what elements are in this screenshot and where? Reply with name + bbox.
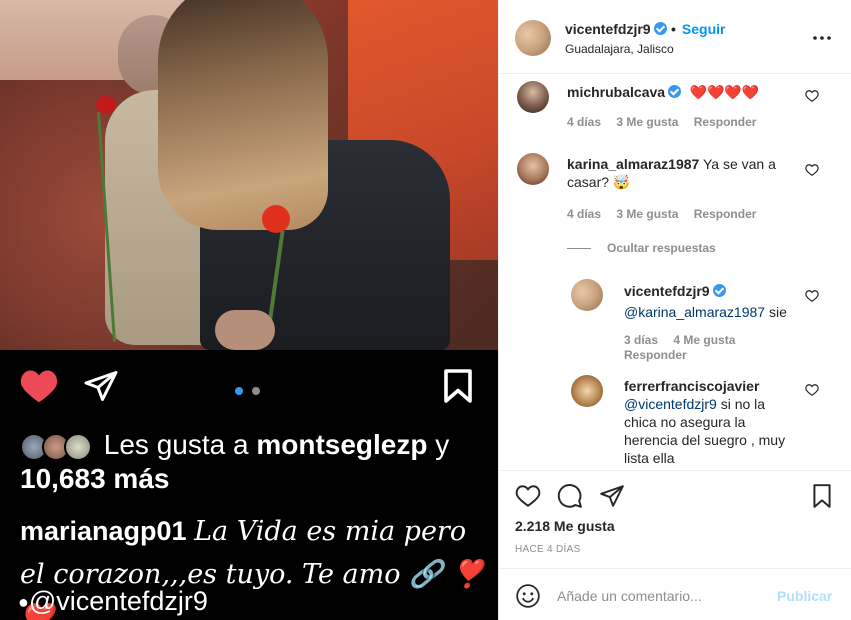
reply-body: vicentefdzjr9 @karina_almaraz1987 sie xyxy=(624,283,799,321)
author-username-text: vicentefdzjr9 xyxy=(565,21,651,37)
heart-outline-icon[interactable] xyxy=(515,483,541,509)
post-header: vicentefdzjr9 • Seguir Guadalajara, Jalis… xyxy=(499,0,851,74)
follow-button[interactable]: • Seguir xyxy=(671,21,725,37)
post-timestamp[interactable]: HACE 4 DÍAS xyxy=(515,544,581,555)
liker-avatars xyxy=(20,432,92,461)
reply-time[interactable]: 3 días xyxy=(624,333,658,347)
post-location[interactable]: Guadalajara, Jalisco xyxy=(565,42,674,56)
reply-button[interactable]: Responder xyxy=(624,348,687,362)
reply-text: sie xyxy=(768,304,787,320)
reply-item: vicentefdzjr9 @karina_almaraz1987 sie 3 … xyxy=(499,275,851,365)
reply-likes[interactable]: 4 Me gusta xyxy=(673,333,735,347)
comment-text: ❤️❤️❤️❤️ xyxy=(689,84,760,100)
avatar[interactable] xyxy=(571,279,603,311)
comment-item: karina_almaraz1987 Ya se van a casar? 🤯 … xyxy=(499,149,851,229)
reply-mention[interactable]: @karina_almaraz1987 xyxy=(624,304,765,320)
caption-username[interactable]: marianagp01 xyxy=(20,516,187,546)
user-icon: ● xyxy=(18,592,29,612)
avatar xyxy=(64,432,92,461)
story-likes-line: Les gusta a montseglezp y 10,683 más xyxy=(20,428,490,496)
comment-time[interactable]: 4 días xyxy=(567,115,601,129)
likes-user-link[interactable]: montseglezp xyxy=(256,429,427,460)
publish-button[interactable]: Publicar xyxy=(777,588,832,604)
reply-body: ferrerfranciscojavier @vicentefdzjr9 si … xyxy=(624,377,799,467)
story-actions-bar xyxy=(0,362,498,412)
photo-woman-hair xyxy=(158,0,328,230)
emoji-icon[interactable] xyxy=(515,583,541,609)
carousel-indicator xyxy=(235,382,265,400)
heart-outline-icon[interactable] xyxy=(805,163,819,177)
comments-panel: vicentefdzjr9 • Seguir Guadalajara, Jalis… xyxy=(498,0,851,620)
author-avatar[interactable] xyxy=(515,20,551,56)
likes-others[interactable]: 10,683 más xyxy=(20,463,169,494)
reply-meta: 3 días 4 Me gusta Responder xyxy=(624,333,764,363)
post-media[interactable]: Les gusta a montseglezp y 10,683 más mar… xyxy=(0,0,498,620)
carousel-dot-active xyxy=(235,387,243,395)
reply-username[interactable]: ferrerfranciscojavier xyxy=(624,378,759,394)
comments-list[interactable]: michrubalcava ❤️❤️❤️❤️ 4 días 3 Me gusta… xyxy=(499,75,851,470)
verified-badge-icon xyxy=(712,284,726,297)
author-username[interactable]: vicentefdzjr9 xyxy=(565,21,667,37)
photo-hands xyxy=(215,310,275,350)
bookmark-icon[interactable] xyxy=(442,368,474,404)
reply-button[interactable]: Responder xyxy=(694,207,757,221)
comment-body: michrubalcava ❤️❤️❤️❤️ xyxy=(567,83,797,102)
heart-outline-icon[interactable] xyxy=(805,383,819,397)
more-options-icon[interactable] xyxy=(813,36,831,40)
avatar[interactable] xyxy=(571,375,603,407)
photo-rose xyxy=(96,96,116,114)
comment-username[interactable]: michrubalcava xyxy=(567,84,665,100)
bookmark-icon[interactable] xyxy=(809,483,835,509)
likes-count[interactable]: 2.218 Me gusta xyxy=(515,518,615,534)
separator-dot: • xyxy=(671,21,676,37)
reply-text-line: @karina_almaraz1987 sie xyxy=(624,303,799,321)
heart-outline-icon[interactable] xyxy=(805,289,819,303)
likes-prefix: Les gusta a xyxy=(103,429,249,460)
add-comment-bar: Publicar xyxy=(499,568,851,620)
verified-badge-icon xyxy=(668,85,682,98)
post-photo[interactable] xyxy=(0,0,498,350)
reply-mention[interactable]: @vicentefdzjr9 xyxy=(624,396,717,412)
comment-body: karina_almaraz1987 Ya se van a casar? 🤯 xyxy=(567,155,782,191)
comment-time[interactable]: 4 días xyxy=(567,207,601,221)
avatar[interactable] xyxy=(517,81,549,113)
instagram-post-window: Les gusta a montseglezp y 10,683 más mar… xyxy=(0,0,851,620)
hide-replies-button[interactable]: Ocultar respuestas xyxy=(567,241,716,255)
comment-likes[interactable]: 3 Me gusta xyxy=(616,207,678,221)
follow-label: Seguir xyxy=(681,21,726,37)
heart-outline-icon[interactable] xyxy=(805,89,819,103)
comment-icon[interactable] xyxy=(557,483,583,509)
comment-item: michrubalcava ❤️❤️❤️❤️ 4 días 3 Me gusta… xyxy=(499,75,851,145)
reply-username[interactable]: vicentefdzjr9 xyxy=(624,283,710,299)
avatar[interactable] xyxy=(517,153,549,185)
story-mention[interactable]: ●@vicentefdzjr9 xyxy=(18,586,208,617)
carousel-dot xyxy=(252,387,261,395)
verified-badge-icon xyxy=(653,22,667,35)
likes-suffix: y xyxy=(435,429,450,460)
photo-rose xyxy=(262,205,290,233)
heart-filled-icon[interactable] xyxy=(18,368,60,404)
send-icon[interactable] xyxy=(599,483,625,509)
comment-input[interactable] xyxy=(557,583,767,609)
send-icon[interactable] xyxy=(82,368,120,404)
post-actions-bar xyxy=(499,470,851,520)
reply-button[interactable]: Responder xyxy=(694,115,757,129)
comment-meta: 4 días 3 Me gusta Responder xyxy=(567,207,768,221)
comment-meta: 4 días 3 Me gusta Responder xyxy=(567,115,768,129)
reply-item: ferrerfranciscojavier @vicentefdzjr9 si … xyxy=(499,373,851,470)
comment-likes[interactable]: 3 Me gusta xyxy=(616,115,678,129)
comment-username[interactable]: karina_almaraz1987 xyxy=(567,156,699,172)
mention-text: @vicentefdzjr9 xyxy=(28,586,208,616)
